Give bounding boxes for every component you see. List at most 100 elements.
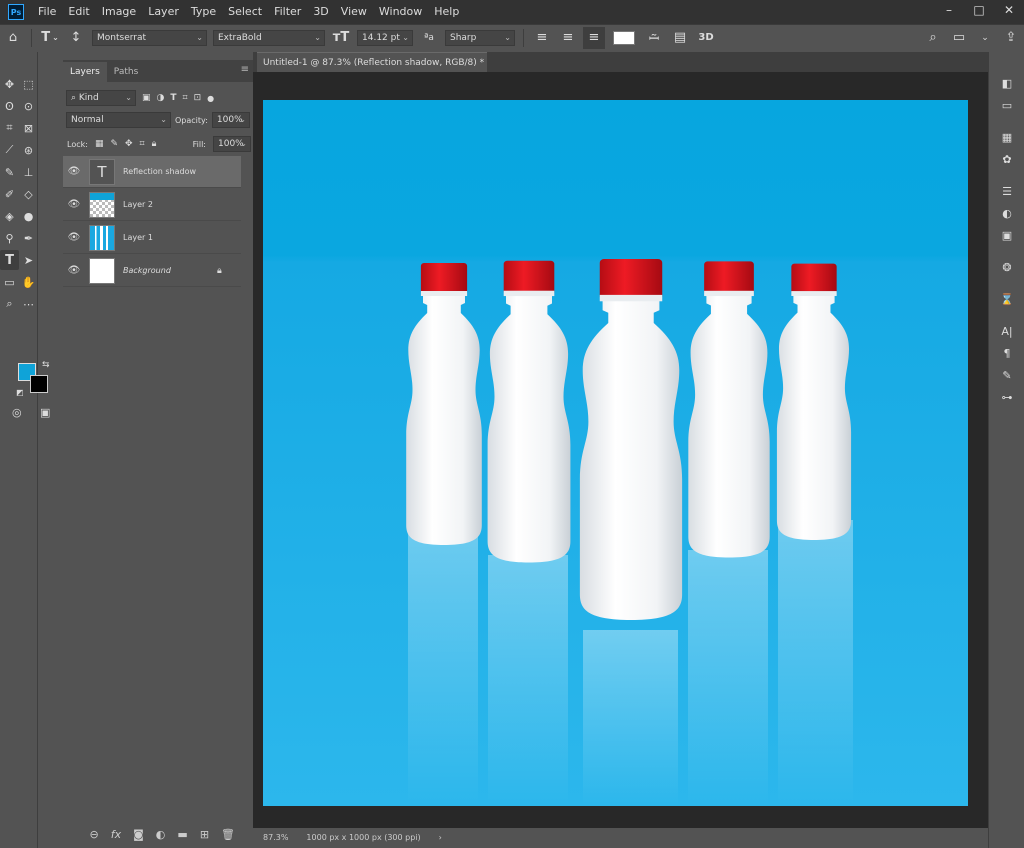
search-icon[interactable]: ⌕ xyxy=(922,27,944,49)
filter-kind-select[interactable]: ⌕ Kind ⌄ xyxy=(66,90,136,106)
patterns-panel-icon[interactable]: ▦ xyxy=(989,126,1024,148)
document-tab[interactable]: Untitled-1 @ 87.3% (Reflection shadow, R… xyxy=(257,52,487,88)
layer-row-layer-2[interactable]: 👁︎ Layer 2 xyxy=(63,189,241,221)
tool-presets-icon[interactable]: ✎ xyxy=(989,364,1024,386)
marquee-tool-icon[interactable]: ⬚ xyxy=(19,74,38,94)
eye-icon[interactable]: 👁︎ xyxy=(63,232,85,243)
background-color-swatch[interactable] xyxy=(30,375,48,393)
align-center-icon[interactable]: ≡ xyxy=(557,27,579,49)
adjustments-panel-icon[interactable]: ☰ xyxy=(989,180,1024,202)
workspace-icon[interactable]: ▭ xyxy=(948,27,970,49)
history-panel-icon[interactable]: ⌛ xyxy=(989,288,1024,310)
text-color-swatch[interactable] xyxy=(613,30,635,45)
filter-toggle-icon[interactable]: ● xyxy=(207,94,214,103)
swatches-panel-icon[interactable]: ▭ xyxy=(989,94,1024,116)
eraser-tool-icon[interactable]: ◇ xyxy=(19,184,38,204)
layer-row-layer-1[interactable]: 👁︎ Layer 1 xyxy=(63,222,241,254)
paragraph-panel-icon[interactable]: ¶ xyxy=(989,342,1024,364)
menu-filter[interactable]: Filter xyxy=(268,0,307,24)
path-select-tool-icon[interactable]: ➤ xyxy=(19,250,38,270)
blur-tool-icon[interactable]: ● xyxy=(19,206,38,226)
menu-edit[interactable]: Edit xyxy=(62,0,95,24)
type-tool-preset-icon[interactable]: T ⌄ xyxy=(39,27,61,49)
brush-settings-icon[interactable]: ⊶ xyxy=(989,386,1024,408)
warp-text-icon[interactable]: ꟷ̃ xyxy=(643,27,665,49)
quick-select-tool-icon[interactable]: ⊙ xyxy=(19,96,38,116)
menu-layer[interactable]: Layer xyxy=(142,0,185,24)
history-brush-tool-icon[interactable]: ✐ xyxy=(0,184,19,204)
filter-shape-icon[interactable]: ⌗ xyxy=(183,93,188,103)
new-layer-icon[interactable]: ⊞ xyxy=(200,828,209,841)
font-family-select[interactable]: Montserrat ⌄ xyxy=(92,29,207,46)
screen-mode-icon[interactable]: ▣ xyxy=(40,406,50,419)
eyedropper-tool-icon[interactable]: ⟋ xyxy=(0,140,19,160)
paint-bucket-tool-icon[interactable]: ◈ xyxy=(0,206,19,226)
character-panel-icon[interactable]: ▤ xyxy=(669,27,691,49)
character-panel-icon[interactable]: A| xyxy=(989,320,1024,342)
layer-row-background[interactable]: 👁︎ Background 🔒︎ xyxy=(63,255,241,287)
move-tool-icon[interactable]: ✥ xyxy=(0,74,19,94)
properties-panel-icon[interactable]: ◐ xyxy=(989,202,1024,224)
menu-help[interactable]: Help xyxy=(428,0,465,24)
new-group-icon[interactable]: ▬ xyxy=(177,828,187,841)
opacity-input[interactable]: 100% ⌄ xyxy=(211,112,250,128)
more-tools-icon[interactable]: ⋯ xyxy=(19,294,38,314)
share-icon[interactable]: ⇪ xyxy=(1000,27,1022,49)
panel-menu-icon[interactable]: ≡ xyxy=(241,64,249,75)
dodge-tool-icon[interactable]: ⚲ xyxy=(0,228,19,248)
antialias-select[interactable]: Sharp ⌄ xyxy=(445,29,515,46)
pen-tool-icon[interactable]: ✒ xyxy=(19,228,38,248)
quick-mask-icon[interactable]: ◎ xyxy=(12,406,22,419)
type-tool-icon[interactable]: T xyxy=(0,250,19,270)
color-panel-icon[interactable]: ◧ xyxy=(989,72,1024,94)
brushes-panel-icon[interactable]: ▣ xyxy=(989,224,1024,246)
layer-row-reflection-shadow[interactable]: 👁︎ T Reflection shadow xyxy=(63,156,241,188)
filter-adjustment-icon[interactable]: ◑ xyxy=(157,93,165,103)
fx-icon[interactable]: fx xyxy=(111,828,121,841)
menu-select[interactable]: Select xyxy=(222,0,268,24)
lock-transparent-icon[interactable]: ▦ xyxy=(95,139,104,149)
trash-icon[interactable]: 🗑︎ xyxy=(221,828,235,841)
3d-button[interactable]: 3D xyxy=(695,27,717,49)
lock-position-icon[interactable]: ✥ xyxy=(125,139,133,149)
align-left-icon[interactable]: ≡ xyxy=(531,27,553,49)
lasso-tool-icon[interactable]: ʘ xyxy=(0,96,19,116)
hand-tool-icon[interactable]: ✋ xyxy=(19,272,38,292)
align-right-icon[interactable]: ≡ xyxy=(583,26,605,49)
brush-tool-icon[interactable]: ✎ xyxy=(0,162,19,182)
tab-layers[interactable]: Layers xyxy=(63,62,107,82)
chevron-down-icon[interactable]: ⌄ xyxy=(974,27,996,49)
add-mask-icon[interactable]: ◙ xyxy=(133,828,144,841)
blend-mode-select[interactable]: Normal ⌄ xyxy=(66,112,171,128)
eye-icon[interactable]: 👁︎ xyxy=(63,166,85,177)
adjustment-layer-icon[interactable]: ◐ xyxy=(156,828,166,841)
channels-panel-icon[interactable]: ❂ xyxy=(989,256,1024,278)
zoom-tool-icon[interactable]: ⌕ xyxy=(0,294,19,314)
font-style-select[interactable]: ExtraBold ⌄ xyxy=(213,29,325,46)
filter-type-icon[interactable]: T xyxy=(170,93,176,103)
stamp-tool-icon[interactable]: ⊥ xyxy=(19,162,38,182)
fill-input[interactable]: 100% ⌄ xyxy=(213,136,251,152)
home-icon[interactable]: ⌂ xyxy=(2,27,24,49)
crop-tool-icon[interactable]: ⌗ xyxy=(0,118,19,138)
chevron-right-icon[interactable]: › xyxy=(439,828,442,848)
minimize-button[interactable]: – xyxy=(934,0,964,20)
menu-view[interactable]: View xyxy=(335,0,373,24)
text-orientation-icon[interactable]: ↕ xyxy=(65,27,87,49)
default-colors-icon[interactable]: ◩ xyxy=(16,388,24,397)
link-layers-icon[interactable]: ⊖ xyxy=(90,828,99,841)
lock-artboard-icon[interactable]: ⌗ xyxy=(140,139,145,149)
zoom-level[interactable]: 87.3% xyxy=(263,828,288,848)
spot-healing-tool-icon[interactable]: ⊛ xyxy=(19,140,38,160)
eye-icon[interactable]: 👁︎ xyxy=(63,265,85,276)
font-size-select[interactable]: 14.12 pt ⌄ xyxy=(357,29,413,46)
menu-window[interactable]: Window xyxy=(373,0,428,24)
lock-brush-icon[interactable]: ✎ xyxy=(110,139,118,149)
document-canvas[interactable] xyxy=(263,100,968,806)
filter-smart-object-icon[interactable]: ⊡ xyxy=(194,93,202,103)
libraries-panel-icon[interactable]: ✿ xyxy=(989,148,1024,170)
eye-icon[interactable]: 👁︎ xyxy=(63,199,85,210)
menu-file[interactable]: File xyxy=(32,0,62,24)
lock-all-icon[interactable]: 🔒︎ xyxy=(152,139,157,149)
frame-tool-icon[interactable]: ⊠ xyxy=(19,118,38,138)
